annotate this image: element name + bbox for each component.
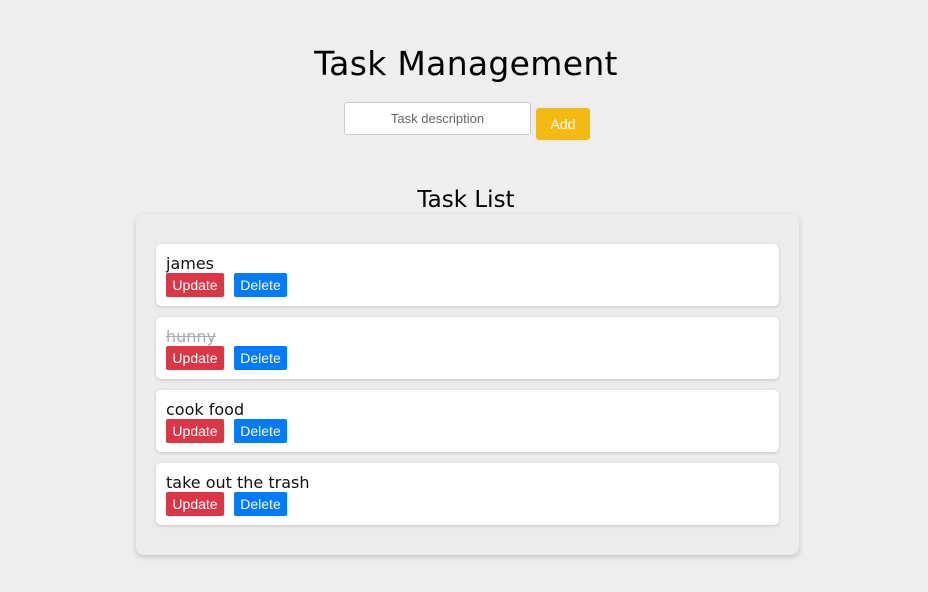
page-title: Task Management <box>314 44 618 83</box>
delete-button[interactable]: Delete <box>234 346 287 370</box>
task-item: take out the trash Update Delete <box>156 463 779 525</box>
task-text[interactable]: take out the trash <box>166 473 309 493</box>
task-list-panel: james Update Delete hunny Update Delete … <box>136 214 799 555</box>
task-text[interactable]: james <box>166 254 214 274</box>
delete-button[interactable]: Delete <box>234 273 287 297</box>
update-button[interactable]: Update <box>166 273 224 297</box>
task-description-input[interactable] <box>344 102 531 135</box>
task-list-heading: Task List <box>417 187 515 213</box>
add-task-form: Add <box>344 102 604 142</box>
update-button[interactable]: Update <box>166 492 224 516</box>
delete-button[interactable]: Delete <box>234 419 287 443</box>
page: Task Management Add Task List james Upda… <box>0 0 928 592</box>
update-button[interactable]: Update <box>166 419 224 443</box>
task-item: cook food Update Delete <box>156 390 779 452</box>
delete-button[interactable]: Delete <box>234 492 287 516</box>
update-button[interactable]: Update <box>166 346 224 370</box>
task-item: hunny Update Delete <box>156 317 779 379</box>
task-text-completed[interactable]: hunny <box>166 327 216 347</box>
add-button[interactable]: Add <box>536 108 590 140</box>
task-item: james Update Delete <box>156 244 779 306</box>
task-text[interactable]: cook food <box>166 400 244 420</box>
